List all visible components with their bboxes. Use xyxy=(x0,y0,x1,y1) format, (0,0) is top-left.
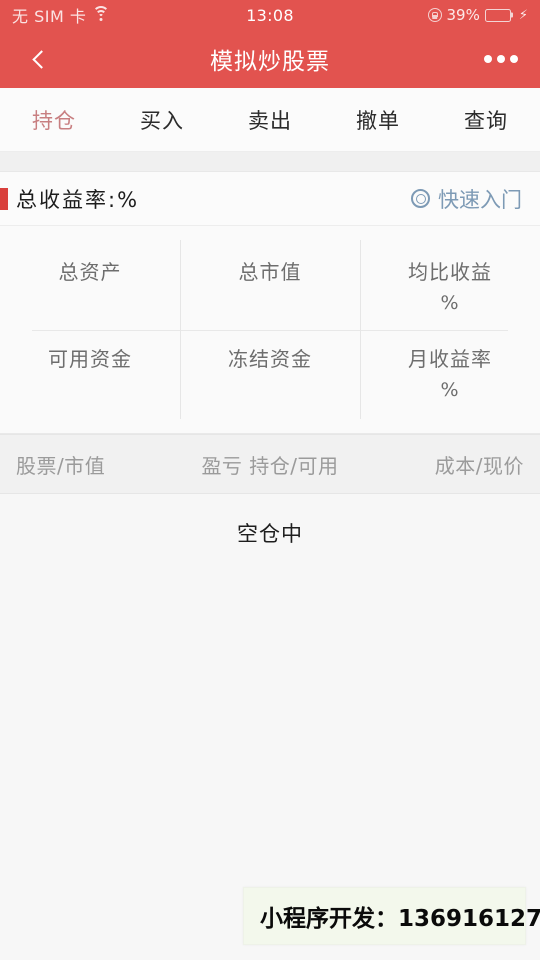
summary-cell-total-market-value: 总市值 xyxy=(180,244,360,330)
battery-percent-label: 39% xyxy=(446,6,480,24)
wifi-icon xyxy=(92,5,110,22)
charging-bolt-icon: ⚡ xyxy=(518,7,528,23)
column-header-cost-price: 成本/现价 xyxy=(434,453,524,478)
column-header-stock-market-value: 股票/市值 xyxy=(16,453,106,478)
summary-value: % xyxy=(440,292,460,314)
summary-cell-available-funds: 可用资金 xyxy=(0,331,180,417)
quick-start-link[interactable]: 快速入门 xyxy=(411,184,522,214)
tab-buy[interactable]: 买入 xyxy=(108,105,216,135)
watermark-overlay: 小程序开发：13691612727 xyxy=(243,887,540,945)
summary-cell-total-assets: 总资产 xyxy=(0,244,180,330)
section-gap xyxy=(0,152,540,172)
tab-holdings[interactable]: 持仓 xyxy=(0,105,108,135)
status-bar-left: 无 SIM 卡 xyxy=(12,3,110,27)
total-return-label: 总收益率:% xyxy=(16,187,140,212)
account-summary-grid: 总资产 总市值 均比收益 % 可用资金 冻结资金 月收益率 % xyxy=(0,226,540,434)
more-menu-button[interactable] xyxy=(484,47,518,71)
empty-state-message: 空仓中 xyxy=(237,522,303,546)
more-dot-3 xyxy=(510,55,518,63)
summary-cell-average-return: 均比收益 % xyxy=(360,244,540,330)
summary-label: 月收益率 xyxy=(408,347,492,371)
watermark-text: 小程序开发：13691612727 xyxy=(260,906,540,932)
summary-row-1: 总资产 总市值 均比收益 % xyxy=(0,244,540,330)
back-chevron-icon xyxy=(31,49,51,69)
accent-bar xyxy=(0,187,8,210)
battery-icon xyxy=(484,8,511,22)
tab-query[interactable]: 查询 xyxy=(432,105,540,135)
summary-cell-monthly-return: 月收益率 % xyxy=(360,331,540,417)
tab-cancel-order[interactable]: 撤单 xyxy=(324,105,432,135)
more-dot-2 xyxy=(497,55,505,63)
tab-bar: 持仓 买入 卖出 撤单 查询 xyxy=(0,88,540,152)
more-dot-1 xyxy=(484,55,492,63)
status-bar: 无 SIM 卡 13:08 39% ⚡ xyxy=(0,0,540,30)
quick-start-label: 快速入门 xyxy=(438,187,522,212)
holdings-table-header: 股票/市值 盈亏 持仓/可用 成本/现价 xyxy=(0,434,540,494)
page-title: 模拟炒股票 xyxy=(210,49,330,75)
summary-cell-frozen-funds: 冻结资金 xyxy=(180,331,360,417)
summary-label: 可用资金 xyxy=(48,347,132,371)
summary-label: 总市值 xyxy=(238,260,302,284)
nav-bar: 模拟炒股票 xyxy=(0,30,540,88)
carrier-label: 无 SIM 卡 xyxy=(12,7,87,26)
target-ring-icon xyxy=(411,189,430,208)
summary-value: % xyxy=(440,379,460,401)
summary-label: 总资产 xyxy=(58,260,122,284)
status-bar-right: 39% ⚡ xyxy=(427,6,528,24)
rotation-lock-icon xyxy=(427,8,442,22)
tab-sell[interactable]: 卖出 xyxy=(216,105,324,135)
column-header-profit-position: 盈亏 持仓/可用 xyxy=(201,453,339,478)
app-root: 无 SIM 卡 13:08 39% ⚡ 模拟炒股票 持仓 买入 卖出 撤单 查询… xyxy=(0,0,540,960)
total-return-row: 总收益率:% 快速入门 xyxy=(0,172,540,226)
summary-row-2: 可用资金 冻结资金 月收益率 % xyxy=(0,331,540,417)
back-button[interactable] xyxy=(22,42,56,76)
summary-label: 均比收益 xyxy=(408,260,492,284)
summary-label: 冻结资金 xyxy=(228,347,312,371)
